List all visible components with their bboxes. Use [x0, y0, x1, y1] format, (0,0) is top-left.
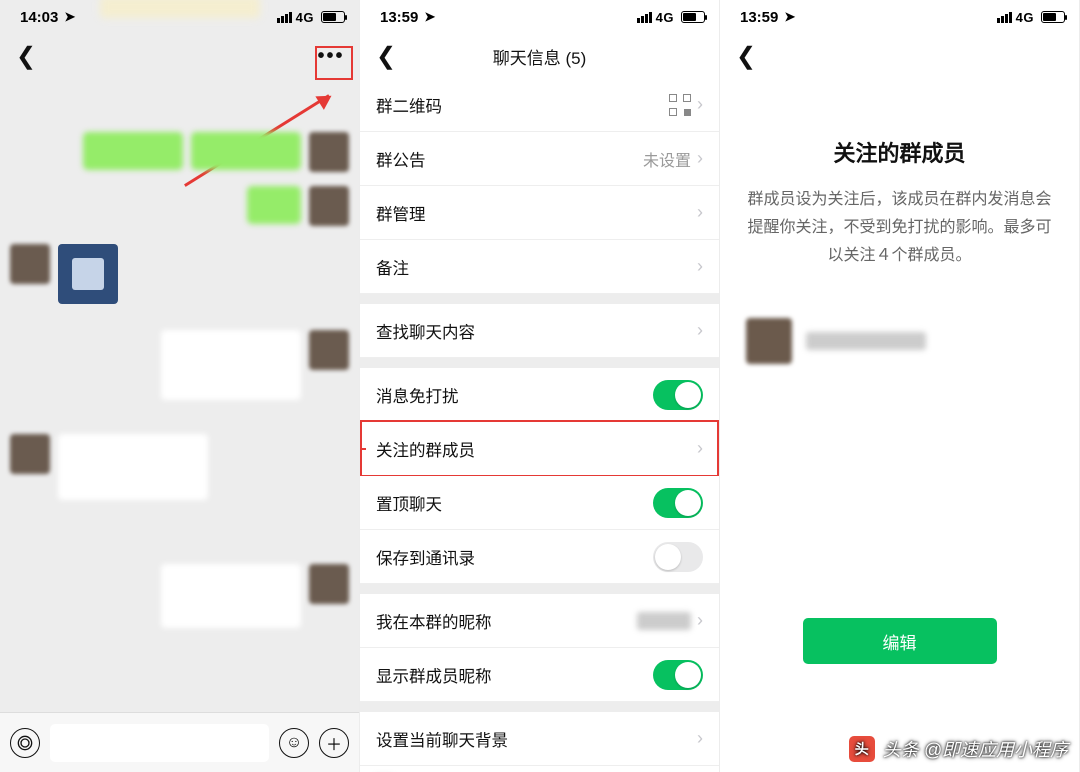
watermark-logo-icon: 头	[849, 736, 875, 762]
content-body: 关注的群成员 群成员设为关注后，该成员在群内发消息会提醒你关注，不受到免打扰的影…	[720, 78, 1079, 772]
signal-icon	[997, 12, 1012, 23]
cell-search-chat[interactable]: 查找聊天内容 ›	[360, 304, 719, 358]
back-button[interactable]: ❮	[370, 40, 402, 72]
avatar	[746, 318, 792, 364]
avatar[interactable]	[10, 244, 50, 284]
cell-show-nick[interactable]: 显示群成员昵称	[360, 648, 719, 702]
status-network: 4G	[277, 10, 345, 25]
status-time: 13:59	[740, 9, 778, 26]
cell-follow-members[interactable]: 关注的群成员 ›	[360, 422, 719, 476]
watermark: 头 头条 @即速应用小程序	[849, 736, 1068, 762]
cell-save-contacts[interactable]: 保存到通讯录	[360, 530, 719, 584]
status-bar: 13:59 ➤ 4G	[720, 0, 1079, 34]
battery-icon	[1041, 11, 1065, 23]
status-network: 4G	[637, 10, 705, 25]
cell-manage[interactable]: 群管理 ›	[360, 186, 719, 240]
cell-background[interactable]: 设置当前聊天背景 ›	[360, 712, 719, 766]
voice-button[interactable]	[10, 728, 40, 758]
chat-input-bar: ☺ ＋	[0, 712, 359, 772]
page-title: 聊天信息 (5)	[360, 44, 719, 69]
cell-nickname[interactable]: 我在本群的昵称 ›	[360, 594, 719, 648]
avatar[interactable]	[309, 330, 349, 370]
nav-bar: ❮	[720, 34, 1079, 78]
status-time: 13:59	[380, 9, 418, 26]
settings-list: 群二维码 › 群公告 未设置 › 群管理 › 备注 › 查找聊天内容 › 消息免…	[360, 78, 719, 772]
location-icon: ➤	[64, 9, 75, 25]
qr-icon	[669, 94, 691, 116]
avatar[interactable]	[309, 132, 349, 172]
nav-bar: ❮ 聊天信息 (5)	[360, 34, 719, 78]
toggle-mute[interactable]	[653, 380, 703, 410]
chevron-right-icon: ›	[697, 256, 703, 277]
cell-mute[interactable]: 消息免打扰	[360, 368, 719, 422]
cell-remark[interactable]: 备注 ›	[360, 240, 719, 294]
watermark-text: 头条 @即速应用小程序	[883, 736, 1068, 762]
status-time: 14:03	[20, 9, 58, 26]
back-button[interactable]: ❮	[10, 40, 42, 72]
toggle-save-contacts[interactable]	[653, 542, 703, 572]
chevron-right-icon: ›	[697, 610, 703, 631]
annotation-dash	[360, 448, 366, 450]
edit-button[interactable]: 编辑	[803, 618, 997, 664]
location-icon: ➤	[424, 9, 435, 25]
signal-icon	[277, 12, 292, 23]
chevron-right-icon: ›	[697, 202, 703, 223]
member-name-blurred	[806, 332, 926, 350]
nav-bar: ❮ •••	[0, 34, 359, 78]
screen-chat-info: 13:59 ➤ 4G ❮ 聊天信息 (5) 群二维码 › 群公告 未设置 › 群…	[360, 0, 720, 772]
chevron-right-icon: ›	[697, 766, 703, 772]
battery-icon	[681, 11, 705, 23]
toggle-pin[interactable]	[653, 488, 703, 518]
description-text: 群成员设为关注后，该成员在群内发消息会提醒你关注，不受到免打扰的影响。最多可以关…	[746, 186, 1053, 270]
avatar[interactable]	[309, 564, 349, 604]
chevron-right-icon: ›	[697, 94, 703, 115]
avatar[interactable]	[309, 186, 349, 226]
cell-group-qr[interactable]: 群二维码 ›	[360, 78, 719, 132]
chevron-right-icon: ›	[697, 728, 703, 749]
chat-body	[0, 78, 359, 712]
back-button[interactable]: ❮	[730, 40, 762, 72]
status-network: 4G	[997, 10, 1065, 25]
chevron-right-icon: ›	[697, 148, 703, 169]
chat-title-blurred	[100, 0, 260, 18]
emoji-button[interactable]: ☺	[279, 728, 309, 758]
heading: 关注的群成员	[746, 136, 1053, 168]
message-input[interactable]	[50, 724, 269, 762]
add-button[interactable]: ＋	[319, 728, 349, 758]
signal-icon	[637, 12, 652, 23]
battery-icon	[321, 11, 345, 23]
screen-chat: 14:03 ➤ 4G ❮ •••	[0, 0, 360, 772]
screen-followed-members: 13:59 ➤ 4G ❮ 关注的群成员 群成员设为关注后，该成员在群内发消息会提…	[720, 0, 1080, 772]
avatar[interactable]	[10, 434, 50, 474]
chevron-right-icon: ›	[697, 438, 703, 459]
annotation-highlight	[315, 46, 353, 80]
chevron-right-icon: ›	[697, 320, 703, 341]
member-row[interactable]	[746, 318, 1053, 364]
status-bar: 13:59 ➤ 4G	[360, 0, 719, 34]
cell-pin[interactable]: 置顶聊天	[360, 476, 719, 530]
image-message[interactable]	[58, 244, 118, 304]
toggle-show-nick[interactable]	[653, 660, 703, 690]
cell-cut-off[interactable]: --- ›	[360, 766, 719, 772]
nickname-value-blurred	[637, 612, 691, 630]
location-icon: ➤	[784, 9, 795, 25]
cell-announcement[interactable]: 群公告 未设置 ›	[360, 132, 719, 186]
